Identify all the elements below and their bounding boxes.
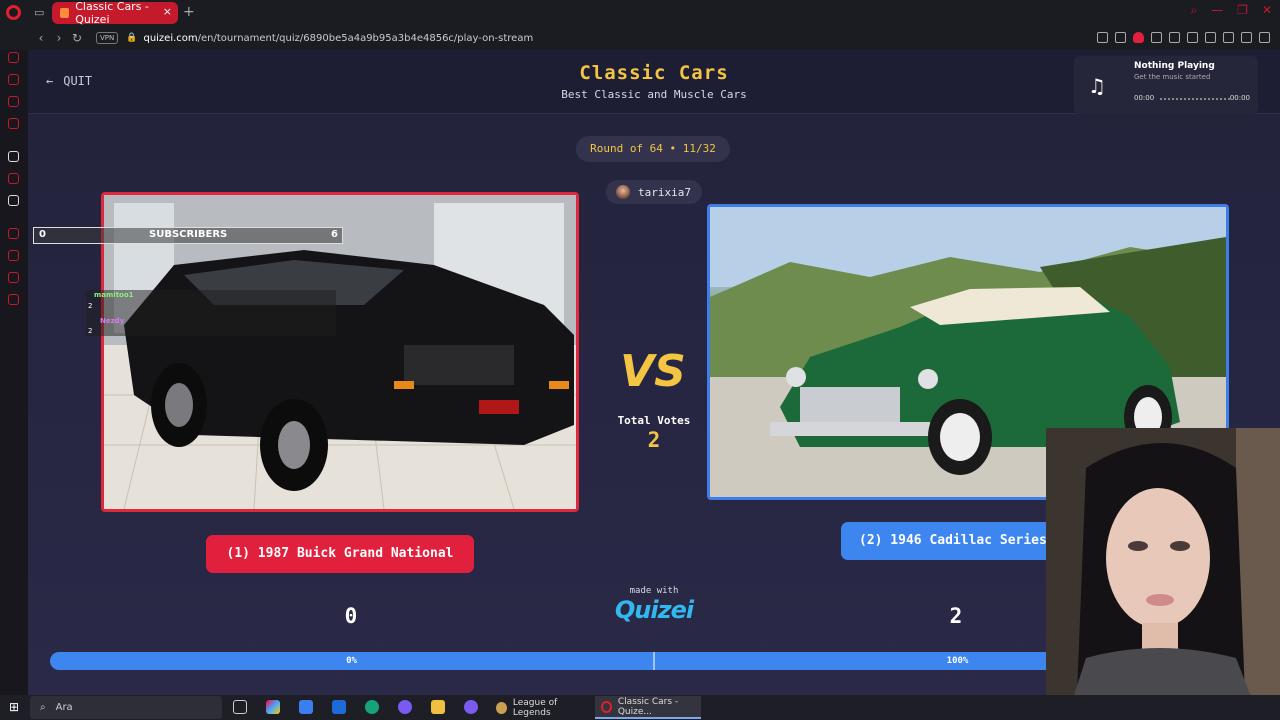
discord-alt-icon[interactable] bbox=[464, 700, 478, 714]
tab-classic-cars[interactable]: Classic Cars - Quizei × bbox=[52, 0, 178, 26]
address-bar: ‹ › ↻ VPN 🔒 quizei.com/en/tournament/qui… bbox=[0, 26, 1280, 50]
edge-icon[interactable] bbox=[365, 700, 379, 714]
chat-user-1: mamitoo1 bbox=[94, 291, 134, 299]
taskbar-app-label: Classic Cars - Quize... bbox=[617, 696, 679, 717]
url-field[interactable]: quizei.com/en/tournament/quiz/6890be5a4a… bbox=[143, 33, 533, 44]
quizei-logo[interactable]: Quizei bbox=[604, 596, 704, 624]
taskbar-app-label: League of Legends bbox=[512, 697, 558, 718]
right-vote-count: 2 bbox=[949, 604, 963, 628]
subs-goal: 6 bbox=[331, 229, 338, 240]
copilot-icon[interactable] bbox=[266, 700, 280, 714]
round-badge: Round of 64 • 11/32 bbox=[576, 136, 730, 162]
music-time-end: 00:00 bbox=[1229, 94, 1250, 102]
maximize-icon[interactable]: ❐ bbox=[1237, 3, 1248, 18]
option-left-button[interactable]: (1) 1987 Buick Grand National bbox=[206, 535, 474, 573]
search-placeholder: Ara bbox=[55, 702, 73, 713]
sidebar-messenger-icon[interactable] bbox=[8, 96, 19, 107]
minimize-icon[interactable]: — bbox=[1211, 3, 1223, 18]
bookmark-icon[interactable] bbox=[1097, 32, 1108, 43]
play-icon[interactable] bbox=[1169, 32, 1180, 43]
music-seek-bar[interactable] bbox=[1160, 98, 1230, 100]
music-subtitle: Get the music started bbox=[1134, 73, 1211, 81]
close-window-icon[interactable]: ✕ bbox=[1262, 3, 1272, 18]
heart-extension-icon[interactable] bbox=[1133, 32, 1144, 43]
new-tab-button[interactable]: + bbox=[183, 4, 195, 20]
workspace-icon[interactable]: ▭ bbox=[34, 6, 46, 19]
windows-taskbar: ⊞ ⌕ Ara League of Legends Classic Cars -… bbox=[0, 695, 1280, 720]
quizei-favicon-icon bbox=[60, 8, 70, 18]
vpn-badge[interactable]: VPN bbox=[96, 32, 119, 44]
search-icon[interactable]: ⌕ bbox=[1190, 3, 1197, 18]
streamer-name: tarixia7 bbox=[638, 185, 691, 199]
music-widget[interactable]: ♫ Nothing Playing Get the music started … bbox=[1074, 56, 1258, 114]
browser-tab-bar: ▭ Classic Cars - Quizei × + ⌕ — ❐ ✕ bbox=[0, 0, 1280, 26]
forward-icon[interactable]: › bbox=[50, 31, 68, 45]
browser-sidebar bbox=[0, 50, 28, 695]
extension-toolbar bbox=[1097, 32, 1270, 43]
opera-logo-icon[interactable] bbox=[6, 5, 21, 20]
sidebar-clock-icon[interactable] bbox=[8, 250, 19, 261]
window-controls: ⌕ — ❐ ✕ bbox=[1190, 3, 1272, 18]
quiz-header: ← QUIT Classic Cars Best Classic and Mus… bbox=[28, 50, 1280, 114]
reload-icon[interactable]: ↻ bbox=[68, 31, 86, 45]
streamer-badge: tarixia7 bbox=[606, 180, 702, 204]
subs-current: 0 bbox=[39, 229, 46, 240]
sidebar-app-icon[interactable] bbox=[8, 151, 19, 162]
subs-label: SUBSCRIBERS bbox=[149, 229, 228, 240]
sidebar-shop-icon[interactable] bbox=[8, 74, 19, 85]
music-title: Nothing Playing bbox=[1134, 61, 1215, 71]
avatar bbox=[616, 185, 630, 199]
left-vote-count: 0 bbox=[344, 604, 358, 628]
taskbar-search-input[interactable]: ⌕ Ara bbox=[30, 696, 222, 719]
file-explorer-icon[interactable] bbox=[431, 700, 445, 714]
chat-message-1: 2 bbox=[88, 302, 93, 310]
taskbar-app-opera[interactable]: Classic Cars - Quize... bbox=[595, 696, 701, 719]
chat-overlay: mamitoo1 2 Nezdy 2 bbox=[86, 290, 336, 336]
sidebar-news-icon[interactable] bbox=[8, 118, 19, 129]
music-note-icon: ♫ bbox=[1088, 74, 1106, 98]
made-with-label: made with bbox=[629, 586, 679, 596]
windows-start-icon[interactable]: ⊞ bbox=[9, 701, 21, 713]
total-votes-label: Total Votes bbox=[617, 414, 691, 427]
sidebar-pin-icon[interactable] bbox=[8, 272, 19, 283]
sidebar-history-icon[interactable] bbox=[8, 228, 19, 239]
url-host: quizei.com bbox=[143, 32, 198, 44]
extensions-icon[interactable] bbox=[1205, 32, 1216, 43]
search-icon: ⌕ bbox=[40, 702, 46, 713]
url-path: /en/tournament/quiz/6890be5a4a9b95a3b4e4… bbox=[197, 32, 534, 44]
chat-user-2: Nezdy bbox=[100, 317, 125, 325]
music-time-start: 00:00 bbox=[1134, 94, 1155, 102]
option-right-button[interactable]: (2) 1946 Cadillac Series 62 bbox=[841, 522, 1081, 560]
favorites-icon[interactable] bbox=[1187, 32, 1198, 43]
sidebar-settings-icon[interactable] bbox=[8, 294, 19, 305]
streamer-webcam-image bbox=[1046, 428, 1280, 720]
wallet-icon[interactable] bbox=[1223, 32, 1234, 43]
download-icon[interactable] bbox=[1241, 32, 1252, 43]
chat-message-2: 2 bbox=[88, 327, 93, 335]
task-view-icon[interactable] bbox=[233, 700, 247, 714]
left-percent: 0% bbox=[346, 656, 357, 666]
sidebar-x-icon[interactable] bbox=[8, 195, 19, 206]
back-icon[interactable]: ‹ bbox=[32, 31, 50, 45]
vs-lightning-icon: VS bbox=[620, 346, 686, 397]
menu-icon[interactable] bbox=[1259, 32, 1270, 43]
webcam-feed bbox=[1046, 428, 1280, 720]
subscribers-overlay: 0 SUBSCRIBERS 6 bbox=[33, 227, 343, 244]
translate-icon[interactable] bbox=[1151, 32, 1162, 43]
lock-icon[interactable]: 🔒 bbox=[126, 33, 137, 43]
total-votes-value: 2 bbox=[647, 428, 661, 452]
sidebar-twitch-icon[interactable] bbox=[8, 173, 19, 184]
opera-icon bbox=[601, 700, 612, 713]
snapshot-icon[interactable] bbox=[1115, 32, 1126, 43]
close-tab-icon[interactable]: × bbox=[163, 5, 172, 18]
discord-icon[interactable] bbox=[398, 700, 412, 714]
store-icon[interactable] bbox=[299, 700, 313, 714]
league-of-legends-icon bbox=[496, 701, 507, 714]
taskbar-app-league[interactable]: League of Legends bbox=[490, 696, 590, 719]
outlook-icon[interactable] bbox=[332, 700, 346, 714]
sidebar-opera-icon[interactable] bbox=[8, 52, 19, 63]
